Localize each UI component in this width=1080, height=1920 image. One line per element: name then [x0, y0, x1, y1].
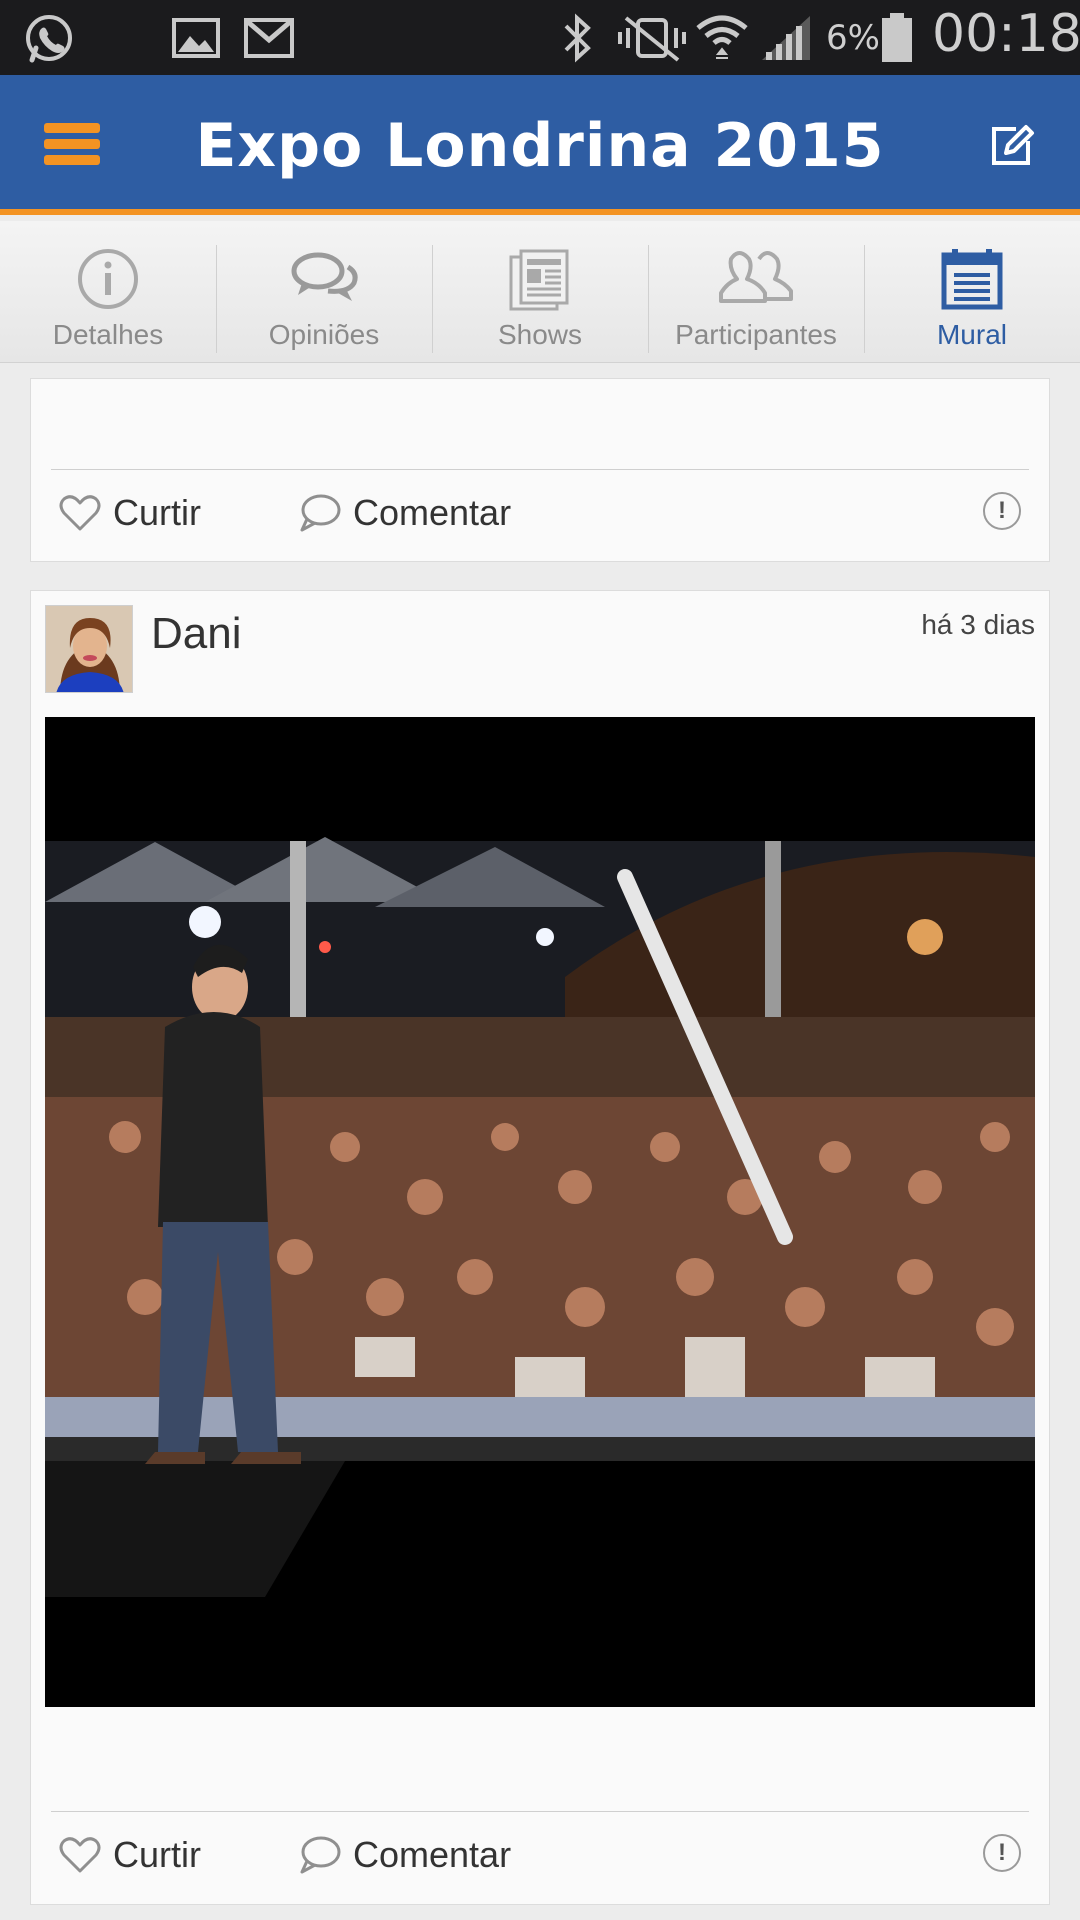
wifi-icon — [696, 15, 748, 59]
concert-crowd-image — [45, 717, 1035, 1707]
page-title: Expo Londrina 2015 — [195, 111, 885, 181]
gmail-icon — [244, 18, 294, 58]
calendar-board-icon — [941, 249, 1003, 310]
comment-bubble-icon — [300, 1836, 341, 1874]
app-bar: Expo Londrina 2015 — [0, 75, 1080, 215]
chat-bubbles-icon — [291, 252, 358, 301]
like-label: Curtir — [113, 492, 201, 533]
comment-button[interactable]: Comentar — [299, 488, 511, 538]
report-icon[interactable]: ! — [983, 492, 1021, 530]
people-icon — [719, 251, 793, 303]
comment-label: Comentar — [353, 492, 512, 533]
avatar[interactable] — [45, 605, 133, 693]
bluetooth-icon — [564, 13, 591, 63]
like-label: Curtir — [113, 1834, 201, 1875]
signal-icon — [762, 16, 810, 60]
tab-label: Detalhes — [52, 319, 164, 350]
post-actions: Curtir Comentar ! — [51, 1811, 1029, 1901]
like-button[interactable]: Curtir — [59, 1830, 201, 1880]
tab-label: Participantes — [675, 319, 837, 350]
heart-icon — [59, 495, 101, 531]
tab-mural[interactable]: Mural — [864, 221, 1080, 362]
comment-bubble-icon — [300, 494, 341, 532]
tab-label: Opiniões — [268, 319, 380, 350]
post-author[interactable]: Dani — [151, 609, 242, 659]
status-bar: 6% 00:18 — [0, 0, 1080, 75]
edit-icon[interactable] — [986, 121, 1036, 171]
tab-detalhes[interactable]: Detalhes — [0, 221, 216, 362]
user-photo — [46, 606, 132, 692]
post-timestamp: há 3 dias — [921, 609, 1035, 640]
newspaper-icon — [509, 249, 569, 311]
heart-icon — [59, 1837, 101, 1873]
tab-label: Shows — [497, 319, 583, 350]
tab-bar: Detalhes Opiniões Shows Participantes Mu… — [0, 221, 1080, 363]
comment-label: Comentar — [353, 1834, 512, 1875]
whatsapp-icon — [26, 15, 72, 63]
tab-opinioes[interactable]: Opiniões — [216, 221, 432, 362]
post-card: Dani há 3 dias Curtir Comentar ! — [30, 590, 1050, 1905]
clock: 00:18 — [932, 4, 1080, 64]
like-button[interactable]: Curtir — [59, 488, 201, 538]
post-actions: Curtir Comentar ! — [51, 469, 1029, 559]
comment-button[interactable]: Comentar — [299, 1830, 511, 1880]
gallery-icon — [172, 18, 220, 58]
info-icon — [78, 249, 138, 309]
vibrate-mute-icon — [618, 16, 686, 62]
battery-icon — [882, 13, 912, 62]
tab-label: Mural — [936, 319, 1007, 350]
battery-percent: 6% — [826, 18, 880, 58]
tab-participantes[interactable]: Participantes — [648, 221, 864, 362]
post-card: Curtir Comentar ! — [30, 378, 1050, 562]
post-photo[interactable] — [45, 717, 1035, 1707]
tab-shows[interactable]: Shows — [432, 221, 648, 362]
report-icon[interactable]: ! — [983, 1834, 1021, 1872]
